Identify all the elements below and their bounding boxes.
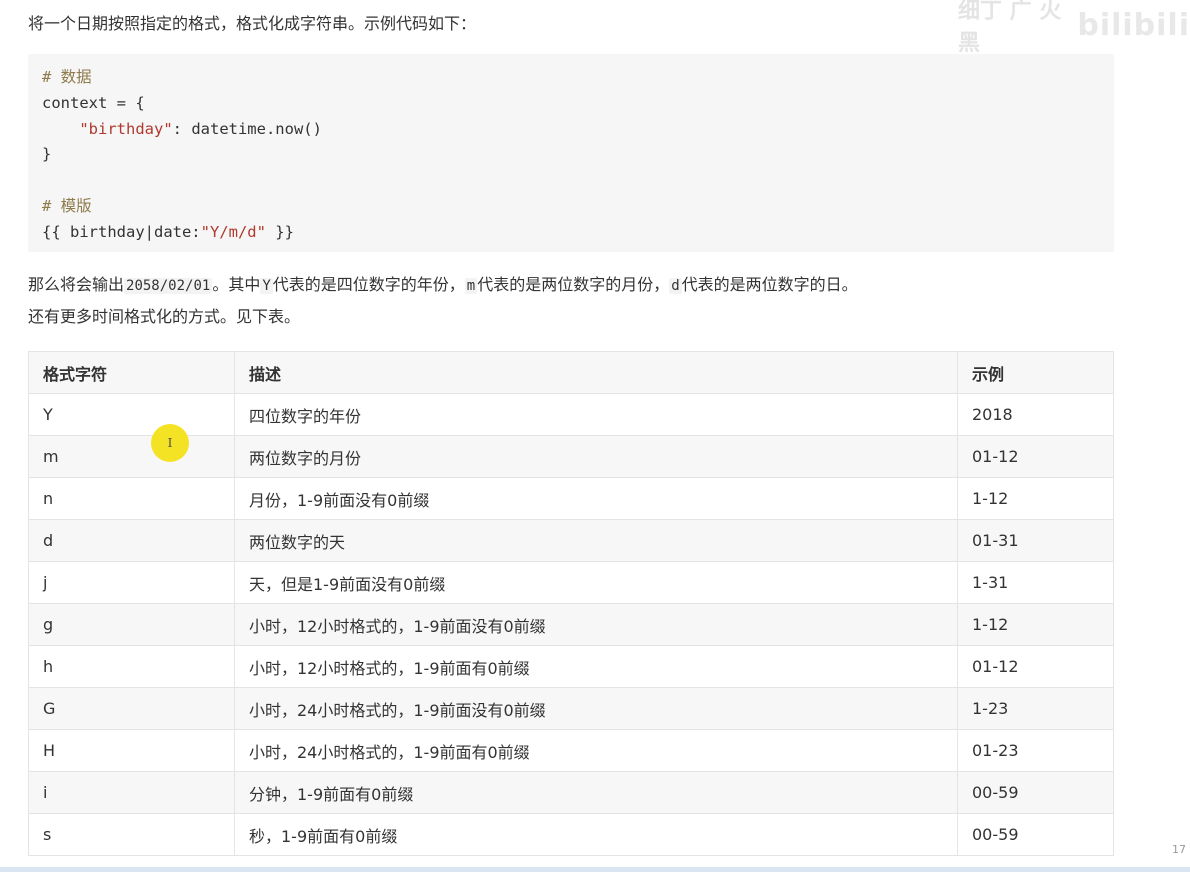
table-cell: 1-23 [957,687,1114,730]
table-cell: j [28,561,235,604]
bilibili-logo-icon: bilibili [1077,7,1190,43]
table-row: d 两位数字的天 01-31 [28,519,1114,562]
inline-code: Y [260,278,273,294]
table-cell: 两位数字的月份 [234,435,958,478]
code-line: } [42,145,52,164]
table-cell: G [28,687,235,730]
table-cell: 天，但是1-9前面没有0前缀 [234,561,958,604]
table-cell: Y [28,393,235,436]
table-cell: n [28,477,235,520]
code-text: {{ birthday|date: [42,222,201,241]
table-cell: 1-31 [957,561,1114,604]
text: 代表的是四位数字的年份， [272,275,465,294]
table-cell: 2018 [957,393,1114,436]
intro-text: 将一个日期按照指定的格式，格式化成字符串。示例代码如下： [28,14,477,33]
table-cell: 00-59 [957,771,1114,814]
watermark: 细丁 广 火 黑 bilibili [958,0,1190,56]
format-table: 格式字符 描述 示例 Y 四位数字的年份 2018 m 两位数字的月份 01-12 n月… [28,351,1114,856]
table-cell: s [28,813,235,856]
code-text: : datetime.now() [172,119,322,138]
bottom-scrollbar[interactable] [0,867,1190,872]
text: 代表的是两位数字的月份， [477,275,670,294]
table-row: m 两位数字的月份 01-12 [28,435,1114,478]
table-row: n 月份，1-9前面没有0前缀 1-12 [28,477,1114,520]
table-row: j 天，但是1-9前面没有0前缀 1-31 [28,561,1114,604]
table-cell: 01-31 [957,519,1114,562]
table-row: g 小时，12小时格式的，1-9前面没有0前缀 1-12 [28,603,1114,646]
table-cell: 小时，12小时格式的，1-9前面没有0前缀 [234,603,958,646]
table-cell: 四位数字的年份 [234,393,958,436]
code-string: "birthday" [79,119,173,138]
table-header: 示例 [957,351,1114,394]
table-header-row: 格式字符 描述 示例 [28,351,1114,394]
cursor-highlight-icon: I [151,424,189,462]
table-cell: 01-12 [957,435,1114,478]
code-comment: # 模版 [42,196,92,215]
explanation-paragraph: 那么将会输出 2058/02/01 。其中 Y 代表的是四位数字的年份， m 代表的是两位数… [28,273,858,298]
code-comment: # 数据 [42,68,92,86]
code-block: # 数据 context = { "birthday": datetime.no… [28,54,1114,252]
more-formats-paragraph: 还有更多时间格式化的方式。见下表。 [28,307,301,326]
table-row: s 秒，1-9前面有0前缀 00-59 [28,813,1114,856]
watermark-text: 细丁 广 火 黑 [958,0,1062,56]
table-cell: d [28,519,235,562]
table-row: Y 四位数字的年份 2018 [28,393,1114,436]
page-number: 17 [1172,843,1186,856]
inline-code: m [464,278,478,294]
table-cell: 分钟，1-9前面有0前缀 [234,771,958,814]
table-row: G 小时，24小时格式的，1-9前面没有0前缀 1-23 [28,687,1114,730]
table-cell: 两位数字的天 [234,519,958,562]
table-cell: 01-12 [957,645,1114,688]
table-cell: H [28,729,235,772]
table-cell: m [28,435,235,478]
text-cursor-icon: I [167,436,173,450]
table-row: H 小时，24小时格式的，1-9前面有0前缀 01-23 [28,729,1114,772]
code-line: context = { [42,93,145,112]
table-header: 描述 [234,351,958,394]
inline-code: 2058/02/01 [124,278,213,294]
table-cell: 01-23 [957,729,1114,772]
table-cell: 小时，24小时格式的，1-9前面有0前缀 [234,729,958,772]
table-cell: 1-12 [957,477,1114,520]
table-cell: i [28,771,235,814]
table-cell: 月份，1-9前面没有0前缀 [234,477,958,520]
text: 代表的是两位数字的日。 [681,275,858,294]
inline-code: d [669,278,682,294]
table-cell: h [28,645,235,688]
table-cell: g [28,603,235,646]
text: 。其中 [212,275,261,294]
table-cell: 小时，12小时格式的，1-9前面有0前缀 [234,645,958,688]
table-cell: 1-12 [957,603,1114,646]
table-cell: 秒，1-9前面有0前缀 [234,813,958,856]
text: 那么将会输出 [28,275,125,294]
table-row: i 分钟，1-9前面有0前缀 00-59 [28,771,1114,814]
table-header: 格式字符 [28,351,235,394]
table-row: h 小时，12小时格式的，1-9前面有0前缀 01-12 [28,645,1114,688]
table-cell: 小时，24小时格式的，1-9前面没有0前缀 [234,687,958,730]
code-text: }} [265,222,294,241]
table-cell: 00-59 [957,813,1114,856]
code-string: "Y/m/d" [200,222,266,241]
